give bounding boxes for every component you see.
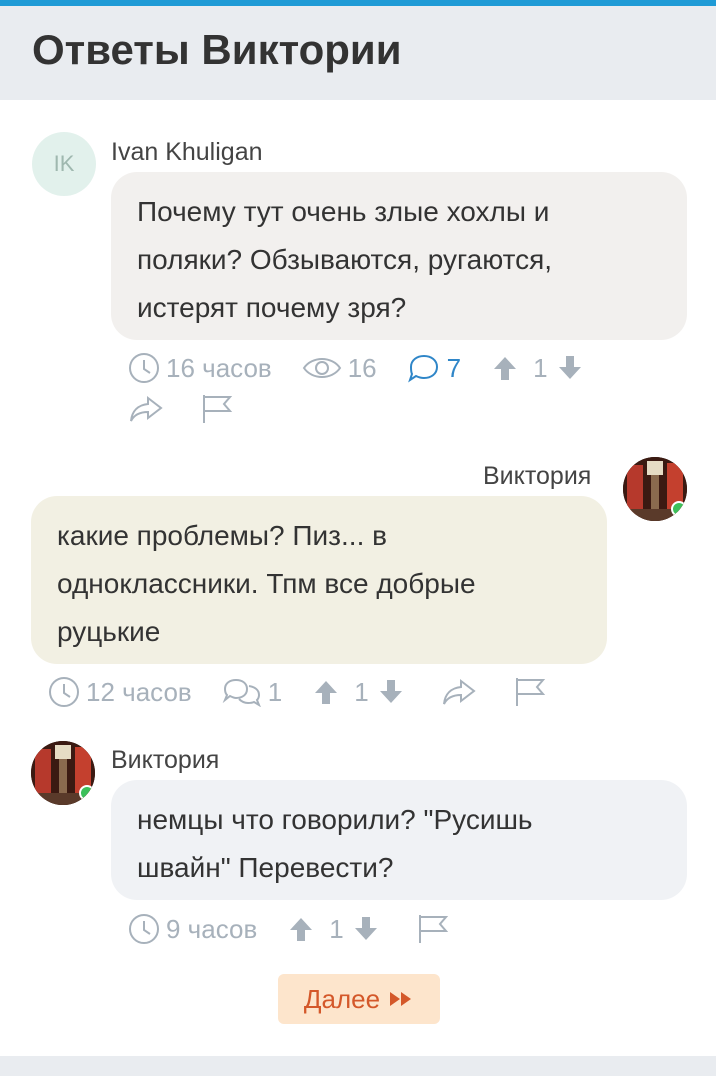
comment-text-line: одноклассники. Тпм все добрые: [57, 568, 476, 599]
replies-text: 1: [267, 676, 283, 707]
comment-text-line: какие проблемы? Пиз... в: [57, 520, 387, 551]
eye-icon: [302, 358, 341, 378]
time-stamp: 12 часов: [48, 676, 192, 708]
fast-forward-icon: [390, 992, 412, 1006]
page-header: Ответы Виктории: [0, 6, 716, 100]
flag-icon: [203, 395, 233, 423]
time-text: 12 часов: [86, 676, 192, 707]
comment-text-line: немцы что говорили? "Русишь: [137, 804, 533, 835]
report-button[interactable]: [200, 393, 240, 425]
arrow-down-icon[interactable]: [377, 678, 405, 706]
share-icon: [130, 395, 163, 422]
more-button-label: Далее: [303, 983, 381, 1014]
comments-icon: [222, 678, 261, 707]
comment-icon: [407, 354, 438, 383]
flag-icon: [515, 678, 545, 706]
arrow-up-icon[interactable]: [312, 678, 340, 706]
report-button[interactable]: [416, 913, 456, 945]
votes-text: 1: [329, 913, 344, 944]
arrow-up-icon[interactable]: [491, 354, 519, 382]
comment-text-line: швайн" Перевести?: [137, 852, 394, 883]
online-indicator: [79, 785, 95, 801]
vote-block: 1: [491, 353, 589, 384]
comment-author[interactable]: Виктория: [111, 746, 219, 775]
votes-text: 1: [533, 352, 548, 383]
clock-icon: [129, 353, 159, 383]
comment-text-line: истерят почему зря?: [137, 292, 407, 323]
time-stamp: 16 часов: [128, 352, 272, 384]
comment-bubble: какие проблемы? Пиз... в одноклассники. …: [31, 496, 607, 664]
comment-meta: 9 часов 1: [128, 911, 486, 947]
clock-icon: [49, 677, 79, 707]
vote-block: 1: [287, 914, 385, 945]
more-button[interactable]: Далее: [278, 974, 440, 1024]
replies-link[interactable]: 1: [222, 677, 282, 708]
share-icon: [442, 678, 476, 705]
time-text: 9 часов: [166, 913, 258, 944]
footer-bar: [0, 1056, 716, 1076]
avatar[interactable]: [623, 457, 687, 521]
share-button[interactable]: [128, 394, 170, 424]
replies-text: 7: [446, 352, 462, 383]
views-text: 16: [347, 352, 377, 383]
comment-meta: 16 часов 16 7 1: [128, 350, 620, 386]
votes-text: 1: [354, 676, 369, 707]
comment-author[interactable]: Ivan Khuligan: [111, 138, 263, 167]
comment-bubble: Почему тут очень злые хохлы и поляки? Об…: [111, 172, 687, 340]
replies-link[interactable]: 7: [407, 353, 461, 384]
time-stamp: 9 часов: [128, 913, 257, 945]
clock-icon: [129, 914, 159, 944]
comment-author[interactable]: Виктория: [483, 462, 591, 491]
arrow-down-icon[interactable]: [352, 915, 380, 943]
comment-actions: [128, 392, 270, 426]
flag-icon: [418, 915, 448, 943]
comment-text-line: поляки? Обзываются, ругаются,: [137, 244, 553, 275]
online-indicator: [671, 501, 687, 517]
views-count: 16: [302, 353, 377, 384]
comment-text-line: Почему тут очень злые хохлы и: [137, 196, 550, 227]
comment-meta: 12 часов 1 1: [48, 674, 583, 710]
arrow-down-icon[interactable]: [556, 354, 584, 382]
report-button[interactable]: [513, 676, 553, 708]
page-title: Ответы Виктории: [32, 26, 402, 73]
comment-text-line: руцькие: [57, 616, 161, 647]
time-text: 16 часов: [166, 352, 272, 383]
comment-bubble: немцы что говорили? "Русишь швайн" Перев…: [111, 780, 687, 900]
arrow-up-icon[interactable]: [287, 915, 315, 943]
vote-block: 1: [312, 677, 410, 708]
avatar[interactable]: [31, 741, 95, 805]
avatar-initials[interactable]: IK: [32, 132, 96, 196]
share-button[interactable]: [441, 677, 483, 707]
